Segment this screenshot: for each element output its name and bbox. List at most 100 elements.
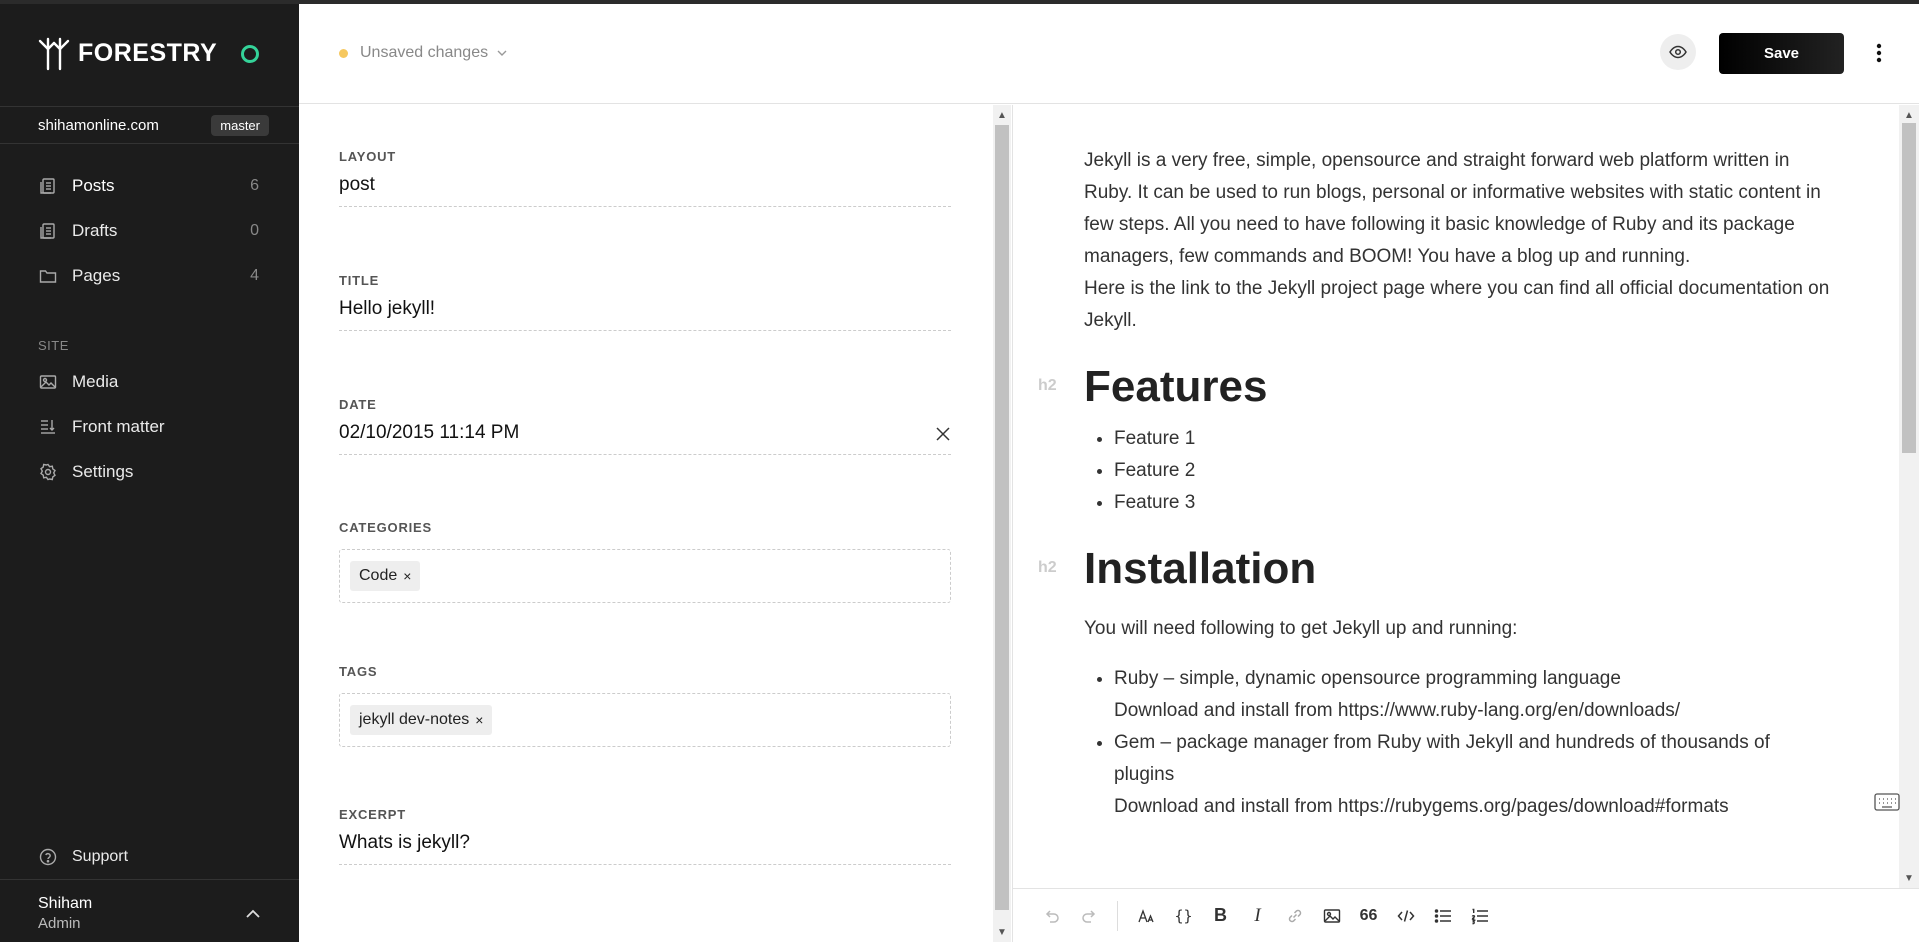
text-size-button[interactable] bbox=[1128, 899, 1165, 933]
editor-scrollbar[interactable]: ▲ ▼ bbox=[1899, 105, 1919, 888]
title-label: TITLE bbox=[339, 273, 380, 288]
scroll-up-arrow-icon[interactable]: ▲ bbox=[1899, 107, 1919, 123]
date-label: DATE bbox=[339, 397, 377, 412]
sidebar-item-front-matter[interactable]: Front matter bbox=[0, 404, 299, 449]
install-item-title: Gem – package manager from Ruby with Jek… bbox=[1114, 732, 1770, 785]
support-link[interactable]: Support bbox=[0, 835, 299, 880]
close-icon[interactable] bbox=[935, 426, 951, 442]
bullet-list-icon bbox=[1434, 908, 1451, 923]
excerpt-input[interactable]: Whats is jekyll? bbox=[339, 832, 951, 865]
scroll-up-arrow-icon[interactable]: ▲ bbox=[993, 107, 1011, 123]
sidebar-item-posts[interactable]: Posts 6 bbox=[0, 163, 299, 208]
install-item-sub: Download and install from https://www.ru… bbox=[1114, 700, 1681, 721]
brand[interactable]: FORESTRY bbox=[38, 34, 217, 72]
scroll-thumb[interactable] bbox=[995, 125, 1009, 910]
sidebar-item-drafts[interactable]: Drafts 0 bbox=[0, 208, 299, 253]
drafts-count: 0 bbox=[250, 221, 259, 239]
sidebar-item-label: Media bbox=[72, 371, 119, 391]
image-icon bbox=[38, 372, 58, 392]
excerpt-field: EXCERPT Whats is jekyll? bbox=[339, 807, 951, 865]
numbered-list-button[interactable] bbox=[1461, 899, 1498, 933]
forestry-logo-icon bbox=[38, 37, 70, 71]
features-heading-block: h2 Features bbox=[1038, 357, 1834, 417]
content-nav: Posts 6 Drafts 0 Pages 4 bbox=[0, 163, 299, 298]
title-field: TITLE Hello jekyll! bbox=[339, 273, 951, 331]
editor-body[interactable]: Jekyll is a very free, simple, opensourc… bbox=[1038, 145, 1834, 823]
unsaved-changes-dropdown[interactable]: Unsaved changes bbox=[339, 44, 508, 62]
remove-chip-icon[interactable]: × bbox=[403, 568, 411, 584]
code-icon bbox=[1397, 909, 1414, 922]
tags-field: TAGS jekyll dev-notes × bbox=[339, 664, 951, 747]
sync-status-icon[interactable] bbox=[241, 45, 259, 63]
date-value: 02/10/2015 11:14 PM bbox=[339, 422, 520, 443]
image-icon bbox=[1323, 908, 1340, 923]
heading-level-marker: h2 bbox=[1038, 559, 1057, 576]
site-selector[interactable]: shihamonline.com master bbox=[0, 106, 299, 144]
bold-button[interactable]: B bbox=[1202, 899, 1239, 933]
redo-icon bbox=[1081, 909, 1095, 923]
inline-code-button[interactable] bbox=[1387, 899, 1424, 933]
sidebar-item-settings[interactable]: Settings bbox=[0, 449, 299, 494]
layout-label: LAYOUT bbox=[339, 149, 397, 164]
sidebar: FORESTRY shihamonline.com master Posts 6… bbox=[0, 0, 299, 942]
code-block-button[interactable]: {} bbox=[1165, 899, 1202, 933]
support-label: Support bbox=[72, 848, 129, 865]
pages-count: 4 bbox=[250, 266, 259, 284]
user-menu[interactable]: Shiham Admin bbox=[0, 888, 299, 942]
tags-input[interactable]: jekyll dev-notes × bbox=[339, 693, 951, 747]
bullet-list-button[interactable] bbox=[1424, 899, 1461, 933]
quote-button[interactable]: 66 bbox=[1350, 899, 1387, 933]
sidebar-item-media[interactable]: Media bbox=[0, 359, 299, 404]
redo-button[interactable] bbox=[1070, 899, 1107, 933]
scroll-down-arrow-icon[interactable]: ▼ bbox=[993, 924, 1011, 940]
quote-icon: 66 bbox=[1359, 906, 1378, 924]
scroll-down-arrow-icon[interactable]: ▼ bbox=[1899, 870, 1919, 886]
unsaved-status-dot bbox=[339, 48, 348, 58]
italic-button[interactable]: I bbox=[1239, 899, 1276, 933]
title-input[interactable]: Hello jekyll! bbox=[339, 298, 951, 331]
sidebar-item-label: Drafts bbox=[72, 220, 118, 240]
list-item: Ruby – simple, dynamic opensource progra… bbox=[1114, 663, 1834, 727]
list-item: Feature 1 bbox=[1114, 423, 1834, 455]
install-item-sub: Download and install from https://rubyge… bbox=[1114, 796, 1729, 817]
date-input[interactable]: 02/10/2015 11:14 PM bbox=[339, 422, 951, 455]
category-chip: Code × bbox=[350, 561, 421, 591]
installation-heading-block: h2 Installation bbox=[1038, 539, 1834, 599]
more-options-button[interactable] bbox=[1869, 38, 1889, 68]
site-name: shihamonline.com bbox=[38, 116, 159, 134]
save-button[interactable]: Save bbox=[1719, 33, 1844, 74]
site-section-label: SITE bbox=[38, 338, 69, 353]
sidebar-item-label: Front matter bbox=[72, 416, 165, 436]
italic-icon: I bbox=[1254, 904, 1261, 926]
chip-label: Code bbox=[359, 567, 398, 584]
scroll-thumb[interactable] bbox=[1902, 123, 1916, 453]
chip-label: jekyll dev-notes bbox=[359, 711, 470, 728]
help-circle-icon bbox=[38, 847, 58, 867]
keyboard-icon[interactable] bbox=[1874, 793, 1900, 811]
editor-header: Unsaved changes Save bbox=[299, 4, 1919, 104]
sidebar-item-pages[interactable]: Pages 4 bbox=[0, 253, 299, 298]
image-button[interactable] bbox=[1313, 899, 1350, 933]
preview-button[interactable] bbox=[1660, 34, 1696, 70]
categories-label: CATEGORIES bbox=[339, 520, 432, 535]
brand-name: FORESTRY bbox=[78, 38, 218, 67]
content-editor[interactable]: Jekyll is a very free, simple, opensourc… bbox=[1012, 105, 1899, 888]
formatting-toolbar: {} B I 66 bbox=[1012, 888, 1919, 942]
numbered-list-icon bbox=[1471, 908, 1488, 924]
front-matter-scrollbar[interactable]: ▲ ▼ bbox=[993, 105, 1011, 942]
layout-input[interactable]: post bbox=[339, 174, 951, 207]
link-button[interactable] bbox=[1276, 899, 1313, 933]
chevron-up-icon[interactable] bbox=[245, 906, 261, 922]
features-heading: Features bbox=[1084, 362, 1268, 411]
list-item: Feature 2 bbox=[1114, 455, 1834, 487]
features-list: Feature 1 Feature 2 Feature 3 bbox=[1084, 423, 1834, 519]
categories-input[interactable]: Code × bbox=[339, 549, 951, 603]
documents-icon bbox=[38, 221, 58, 241]
remove-chip-icon[interactable]: × bbox=[475, 712, 483, 728]
undo-button[interactable] bbox=[1033, 899, 1070, 933]
top-edge-bar bbox=[0, 0, 1919, 4]
link-paragraph: Here is the link to the Jekyll project p… bbox=[1084, 278, 1830, 331]
list-item: Feature 3 bbox=[1114, 487, 1834, 519]
text-size-icon bbox=[1137, 908, 1154, 922]
branch-badge[interactable]: master bbox=[211, 114, 269, 136]
